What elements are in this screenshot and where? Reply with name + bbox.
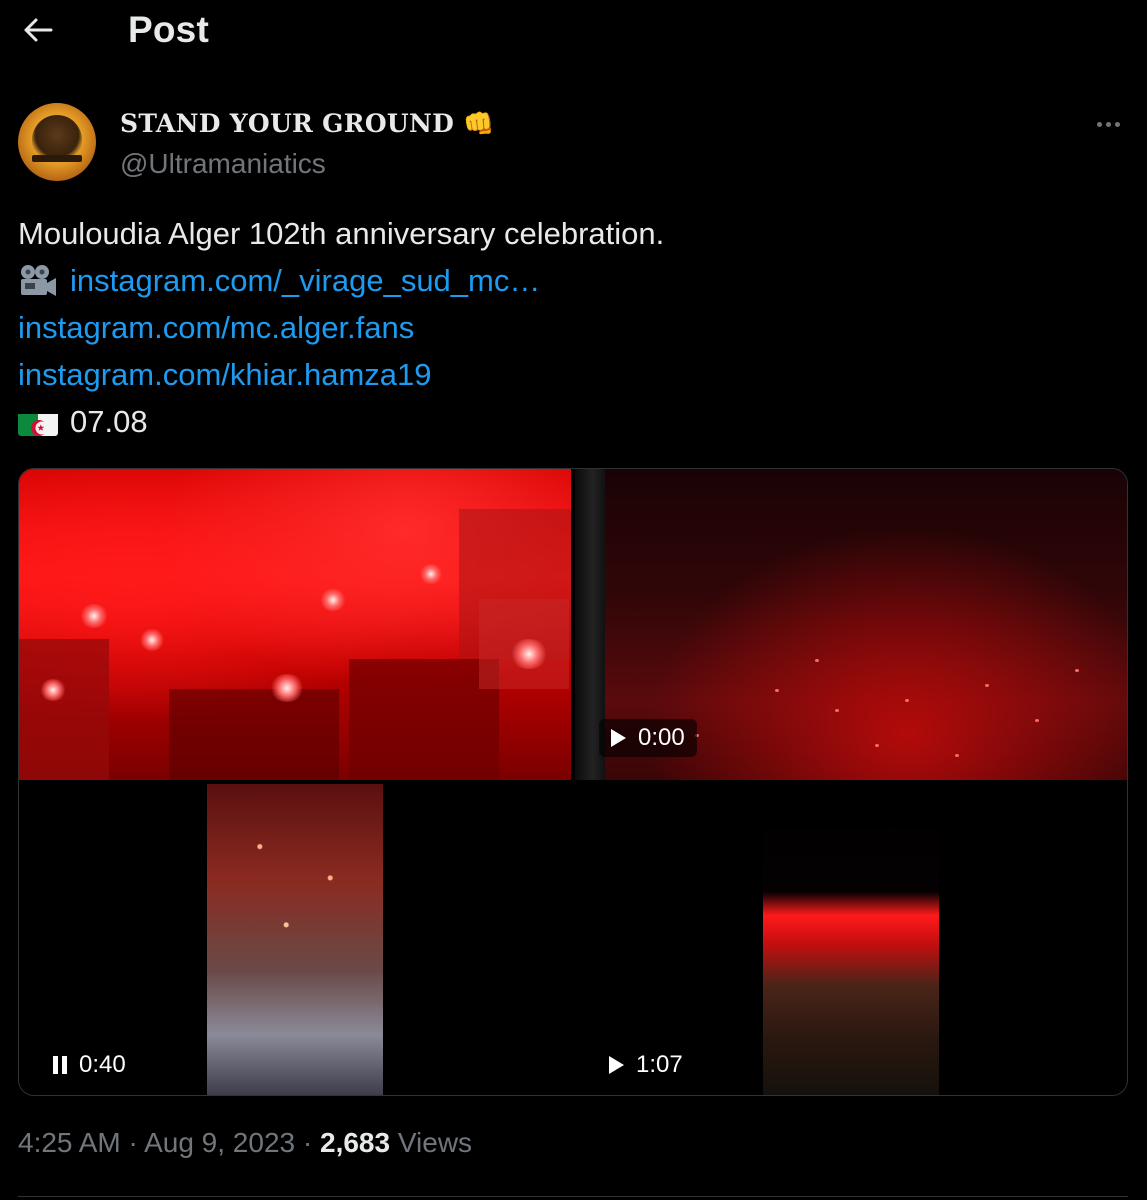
video-frame [763,804,939,1095]
video-time-badge: 0:00 [599,719,697,757]
algeria-flag-icon [18,408,58,436]
post-text-line: Mouloudia Alger 102th anniversary celebr… [18,216,665,251]
page-title: Post [128,9,209,50]
avatar[interactable] [18,103,96,181]
flare-light [835,709,839,712]
building-shape [19,639,109,780]
video-frame [207,784,383,1095]
video-time-badge: 0:40 [53,1046,126,1084]
flare-light [955,754,959,757]
flare-light [985,684,989,687]
flare-light [139,629,165,651]
building-shape [169,689,339,780]
play-icon[interactable] [609,1056,624,1074]
avatar-banner [32,155,82,162]
instagram-link-khiar-hamza[interactable]: instagram.com/khiar.hamza19 [18,351,432,398]
media-video-4[interactable]: 1:07 [575,784,1127,1095]
views-label: Views [397,1127,473,1158]
video-time: 0:40 [79,1051,126,1078]
post-meta: 4:25 AM · Aug 9, 2023 · 2,683 Views [18,1127,472,1159]
media-video-3[interactable]: 0:40 [19,784,571,1095]
media-image-1[interactable] [19,469,571,780]
post-author: STAND YOUR GROUND 👊 @Ultramaniatics [18,100,1128,190]
more-dot [1105,121,1111,127]
more-horizontal-icon [1096,121,1102,127]
views-count: 2,683 [320,1127,391,1158]
pause-icon[interactable] [53,1056,67,1074]
post-link-line-1: instagram.com/_virage_sud_mc… [18,257,1118,304]
arrow-left-icon [24,18,53,42]
play-icon[interactable] [611,729,626,747]
more-options-button[interactable] [1088,112,1128,136]
post-link-line-3: instagram.com/khiar.hamza19 [18,351,1118,398]
video-time: 0:00 [638,724,685,751]
flare-light [509,639,549,669]
flare-light [269,674,305,702]
flare-light [875,744,879,747]
divider [18,1196,1128,1197]
flare-light [39,679,67,701]
flare-light [905,699,909,702]
film-camera-icon [18,263,58,299]
post-link-line-2: instagram.com/mc.alger.fans [18,304,1118,351]
video-time-badge: 1:07 [609,1046,683,1084]
post-date-text: 07.08 [70,404,148,439]
meta-separator: · [128,1127,138,1158]
instagram-link-mc-alger-fans[interactable]: instagram.com/mc.alger.fans [18,304,414,351]
flare-light [79,604,109,628]
more-dot [1114,121,1120,127]
meta-separator: · [302,1127,313,1158]
flare-light [319,589,347,611]
video-time: 1:07 [636,1051,683,1078]
flare-light [1075,669,1079,672]
post-time[interactable]: 4:25 AM [18,1127,121,1158]
media-grid: 0:00 0:40 1:07 [18,468,1128,1096]
back-button[interactable] [16,10,60,50]
building-shape [349,659,499,780]
author-handle[interactable]: @Ultramaniatics [120,148,326,180]
flare-light [419,564,443,584]
flare-light [1035,719,1039,722]
author-display-name[interactable]: STAND YOUR GROUND 👊 [120,109,495,139]
post-date[interactable]: Aug 9, 2023 [144,1127,295,1158]
top-bar: Post [0,0,1147,62]
instagram-link-virage-sud[interactable]: instagram.com/_virage_sud_mc… [70,257,540,304]
media-video-2[interactable]: 0:00 [575,469,1127,780]
post-text: Mouloudia Alger 102th anniversary celebr… [18,210,1118,445]
flare-light [775,689,779,692]
post-date-line: 07.08 [18,398,1118,445]
flare-light [815,659,819,662]
